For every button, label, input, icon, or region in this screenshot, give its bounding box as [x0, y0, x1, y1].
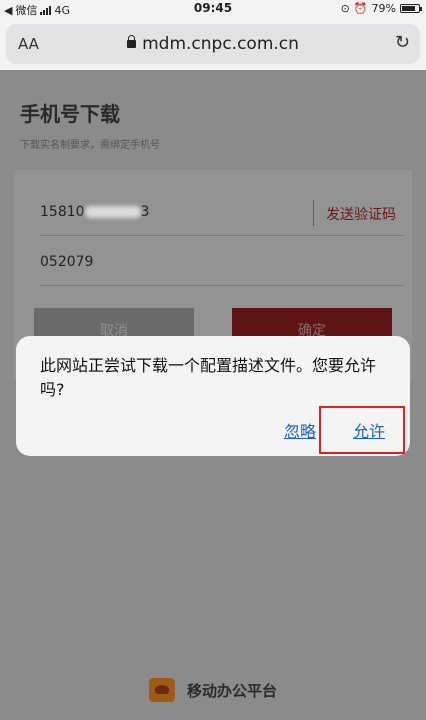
field-divider — [313, 200, 314, 226]
page-subtitle: 下载实名制要求，需绑定手机号 — [20, 140, 160, 151]
url-text: mdm.cnpc.com.cn — [142, 34, 299, 54]
alarm-icon: ⏰ — [353, 2, 368, 15]
page-title: 手机号下载 — [20, 102, 120, 126]
allow-highlight-box — [319, 406, 405, 454]
browser-toolbar: AA mdm.cnpc.com.cn ↻ — [0, 18, 426, 70]
phone-prefix: 15810 — [40, 204, 85, 220]
lock-icon — [127, 35, 137, 48]
url-display[interactable]: mdm.cnpc.com.cn — [6, 34, 420, 54]
verification-code-field[interactable]: 052079 — [40, 240, 404, 286]
status-bar: ◀ 微信 4G 09:45 ⊙ ⏰ 79% — [0, 0, 426, 18]
status-right: ⊙ ⏰ 79% — [340, 2, 422, 15]
app-logo-icon — [148, 678, 175, 702]
ignore-button[interactable]: 忽略 — [284, 418, 316, 442]
battery-fill — [402, 6, 415, 11]
phone-field[interactable]: 15810 3 发送验证码 — [40, 190, 404, 236]
phone-suffix: 3 — [140, 204, 150, 220]
battery-percent: 79% — [371, 2, 396, 15]
phone-value: 15810 3 — [40, 204, 149, 220]
redaction-blur — [84, 206, 141, 218]
location-icon: ⊙ — [340, 2, 350, 15]
footer: 移动办公平台 — [0, 678, 426, 702]
alert-message: 此网站正尝试下载一个配置描述文件。您要允许吗? — [40, 356, 377, 399]
code-value: 052079 — [40, 254, 94, 270]
send-code-button[interactable]: 发送验证码 — [326, 204, 396, 224]
reload-icon[interactable]: ↻ — [395, 32, 410, 53]
footer-label: 移动办公平台 — [186, 682, 277, 700]
address-bar[interactable]: AA mdm.cnpc.com.cn ↻ — [6, 24, 420, 64]
battery-icon — [400, 4, 422, 13]
